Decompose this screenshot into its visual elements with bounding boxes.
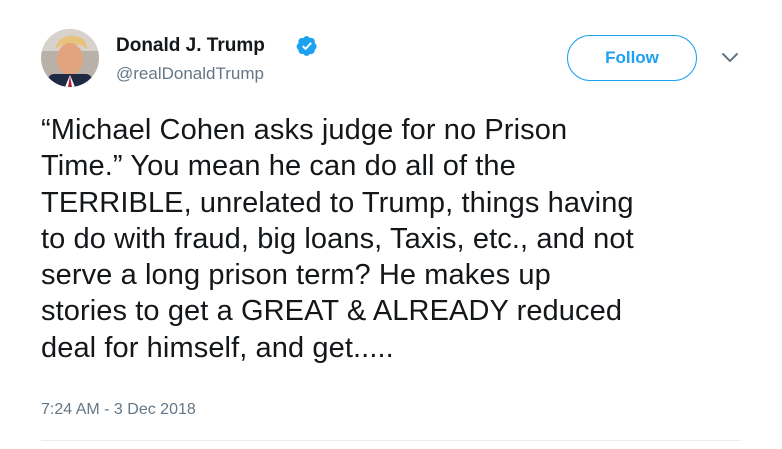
tweet-text: “Michael Cohen asks judge for no Prison … <box>41 114 634 364</box>
divider <box>41 440 741 441</box>
verified-badge-icon <box>296 36 317 56</box>
avatar[interactable] <box>41 29 99 87</box>
avatar-image <box>41 29 99 87</box>
chevron-down-icon[interactable] <box>721 52 739 64</box>
author-handle[interactable]: @realDonaldTrump <box>116 64 264 84</box>
author-name[interactable]: Donald J. Trump <box>116 35 265 57</box>
follow-button[interactable]: Follow <box>567 35 697 81</box>
tweet-timestamp[interactable]: 7:24 AM - 3 Dec 2018 <box>41 401 196 419</box>
